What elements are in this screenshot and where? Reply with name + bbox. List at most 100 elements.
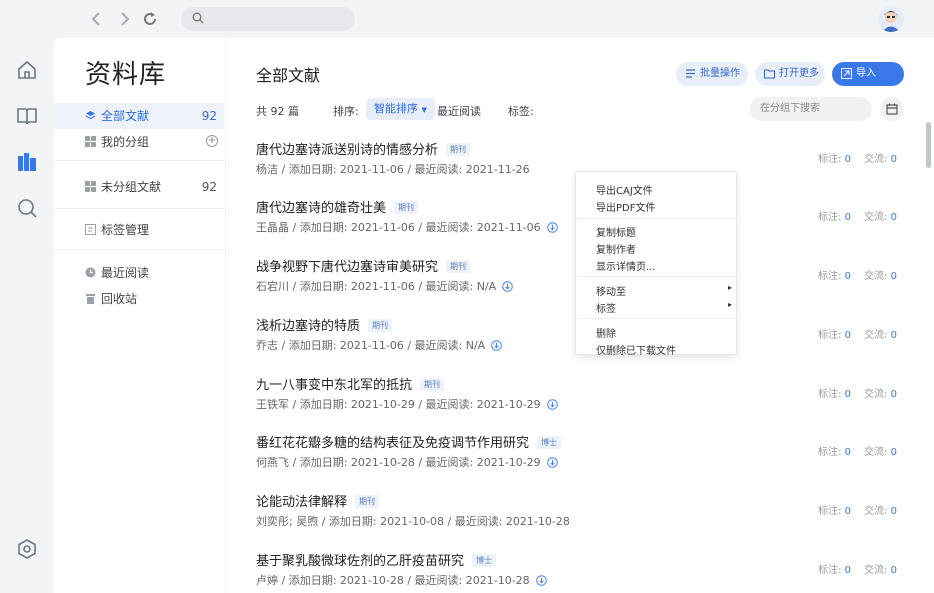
annotation-label: 标注: — [818, 506, 842, 517]
annotation-count[interactable]: 标注: 0 — [818, 326, 851, 341]
discussion-label: 交流: — [864, 330, 888, 341]
button-label: 导入 — [856, 68, 876, 79]
discussion-count[interactable]: 交流: 0 — [864, 208, 897, 223]
download-icon[interactable] — [491, 340, 503, 351]
discussion-count[interactable]: 交流: 0 — [864, 326, 897, 341]
annotation-count[interactable]: 标注: 0 — [818, 208, 851, 223]
document-row[interactable]: 基于聚乳酸微球佐剂的乙肝疫苗研究 博士 卢婷 / 添加日期: 2021-10-28 … — [256, 550, 906, 593]
annotation-label: 标注: — [818, 389, 842, 400]
menu-item-export-caj[interactable]: 导出CAJ文件 — [596, 182, 653, 197]
forward-icon[interactable] — [115, 10, 133, 28]
menu-item-tags[interactable]: 标签 — [596, 300, 616, 315]
menu-item-move-to[interactable]: 移动至 — [596, 283, 626, 298]
sidebar-item-all-docs[interactable]: 全部文献 92 — [54, 103, 224, 129]
open-more-button[interactable]: 打开更多 — [755, 62, 825, 86]
sidebar-item-tag-management[interactable]: 标签管理 — [54, 217, 224, 243]
document-title-text: 唐代边塞诗的雄奇壮美 — [256, 201, 387, 216]
calendar-button[interactable] — [880, 97, 904, 121]
menu-item-copy-author[interactable]: 复制作者 — [596, 241, 636, 256]
discussion-count[interactable]: 交流: 0 — [864, 267, 897, 282]
group-search-input[interactable]: 在分组下搜索 — [750, 97, 872, 121]
annotation-count[interactable]: 标注: 0 — [818, 385, 851, 400]
discussion-label: 交流: — [864, 565, 888, 576]
document-row[interactable]: 番红花花瓣多糖的结构表征及免疫调节作用研究 博士 何燕飞 / 添加日期: 2021-… — [256, 432, 906, 490]
download-icon[interactable] — [535, 575, 547, 586]
document-meta-text: 乔志 / 添加日期: 2021-11-06 / 最近阅读: N/A — [256, 339, 486, 352]
menu-item-delete-downloaded[interactable]: 仅删除已下载文件 — [596, 342, 676, 357]
document-title[interactable]: 战争视野下唐代边塞诗审美研究 期刊 — [256, 256, 471, 275]
download-icon[interactable] — [546, 399, 558, 410]
doc-type-badge: 博士 — [472, 554, 497, 567]
document-meta-text: 王晶晶 / 添加日期: 2021-11-06 / 最近阅读: 2021-11-0… — [256, 221, 541, 234]
download-icon[interactable] — [546, 457, 558, 468]
document-title-text: 浅析边塞诗的特质 — [256, 319, 361, 334]
document-title-text: 战争视野下唐代边塞诗审美研究 — [256, 260, 439, 275]
sort-dropdown[interactable]: 智能排序 ▼ — [366, 98, 435, 120]
menu-item-copy-title[interactable]: 复制标题 — [596, 224, 636, 239]
discussion-count[interactable]: 交流: 0 — [864, 150, 897, 165]
batch-operation-button[interactable]: 批量操作 — [676, 62, 748, 86]
document-title[interactable]: 唐代边塞诗的雄奇壮美 期刊 — [256, 197, 419, 216]
discussion-label: 交流: — [864, 271, 888, 282]
annotation-value: 0 — [844, 212, 851, 223]
document-title[interactable]: 九一八事变中东北军的抵抗 期刊 — [256, 374, 445, 393]
annotation-value: 0 — [844, 565, 851, 576]
sidebar-item-my-groups[interactable]: 我的分组 + — [54, 129, 224, 155]
doc-type-badge: 期刊 — [446, 143, 471, 156]
button-label: 打开更多 — [779, 68, 819, 79]
settings-icon[interactable] — [16, 538, 38, 560]
back-icon[interactable] — [88, 10, 106, 28]
submenu-arrow-icon: ▸ — [727, 300, 732, 309]
discussion-count[interactable]: 交流: 0 — [864, 443, 897, 458]
annotation-count[interactable]: 标注: 0 — [818, 561, 851, 576]
document-meta: 王铁军 / 添加日期: 2021-10-29 / 最近阅读: 2021-10-2… — [256, 396, 558, 412]
menu-item-export-pdf[interactable]: 导出PDF文件 — [596, 199, 655, 214]
clock-icon — [85, 267, 96, 278]
search-icon — [192, 12, 204, 24]
annotation-count[interactable]: 标注: 0 — [818, 150, 851, 165]
library-icon[interactable] — [16, 151, 38, 173]
search-icon[interactable] — [16, 197, 38, 219]
menu-item-delete[interactable]: 删除 — [596, 325, 616, 340]
calendar-icon — [886, 103, 898, 115]
document-title[interactable]: 浅析边塞诗的特质 期刊 — [256, 315, 393, 334]
folder-icon — [764, 69, 775, 79]
reader-book-icon[interactable] — [16, 105, 38, 127]
download-icon[interactable] — [546, 222, 558, 233]
document-row[interactable]: 论能动法律解释 期刊 刘奕彤; 吴煦 / 添加日期: 2021-10-08 / 最近… — [256, 491, 906, 549]
page-title: 全部文献 — [256, 66, 321, 85]
context-menu: 导出CAJ文件 导出PDF文件 复制标题 复制作者 显示详情页... 移动至 ▸… — [575, 171, 737, 357]
home-icon[interactable] — [16, 59, 38, 81]
sidebar-item-trash[interactable]: 回收站 — [54, 286, 224, 312]
discussion-count[interactable]: 交流: 0 — [864, 502, 897, 517]
download-icon[interactable] — [502, 281, 514, 292]
annotation-value: 0 — [844, 330, 851, 341]
document-row[interactable]: 九一八事变中东北军的抵抗 期刊王铁军 / 添加日期: 2021-10-29 / 最… — [256, 374, 906, 432]
document-title[interactable]: 番红花花瓣多糖的结构表征及免疫调节作用研究 博士 — [256, 432, 562, 451]
sidebar-item-ungrouped[interactable]: 未分组文献 92 — [54, 174, 224, 200]
annotation-count[interactable]: 标注: 0 — [818, 502, 851, 517]
document-meta-text: 王铁军 / 添加日期: 2021-10-29 / 最近阅读: 2021-10-2… — [256, 398, 541, 411]
import-button[interactable]: 导入 — [832, 62, 904, 86]
add-group-icon[interactable]: + — [206, 135, 218, 147]
document-title[interactable]: 基于聚乳酸微球佐剂的乙肝疫苗研究 博士 — [256, 550, 497, 569]
library-title: 资料库 — [85, 60, 167, 90]
document-meta: 乔志 / 添加日期: 2021-11-06 / 最近阅读: N/A — [256, 337, 503, 353]
annotation-count[interactable]: 标注: 0 — [818, 267, 851, 282]
annotation-count[interactable]: 标注: 0 — [818, 443, 851, 458]
discussion-label: 交流: — [864, 154, 888, 165]
global-search-input[interactable] — [181, 7, 355, 31]
discussion-count[interactable]: 交流: 0 — [864, 561, 897, 576]
discussion-value: 0 — [890, 447, 897, 458]
refresh-icon[interactable] — [141, 10, 159, 28]
user-avatar[interactable] — [878, 6, 904, 32]
document-title[interactable]: 论能动法律解释 期刊 — [256, 491, 380, 510]
menu-item-show-details[interactable]: 显示详情页... — [596, 258, 656, 273]
sidebar-item-recent[interactable]: 最近阅读 — [54, 260, 224, 286]
discussion-count[interactable]: 交流: 0 — [864, 385, 897, 400]
scrollbar-thumb[interactable] — [926, 122, 931, 168]
discussion-value: 0 — [890, 506, 897, 517]
document-title[interactable]: 唐代边塞诗派送别诗的情感分析 期刊 — [256, 139, 471, 158]
sort-recent-read[interactable]: 最近阅读 — [437, 103, 481, 119]
tags-label: 标签: — [508, 105, 534, 118]
